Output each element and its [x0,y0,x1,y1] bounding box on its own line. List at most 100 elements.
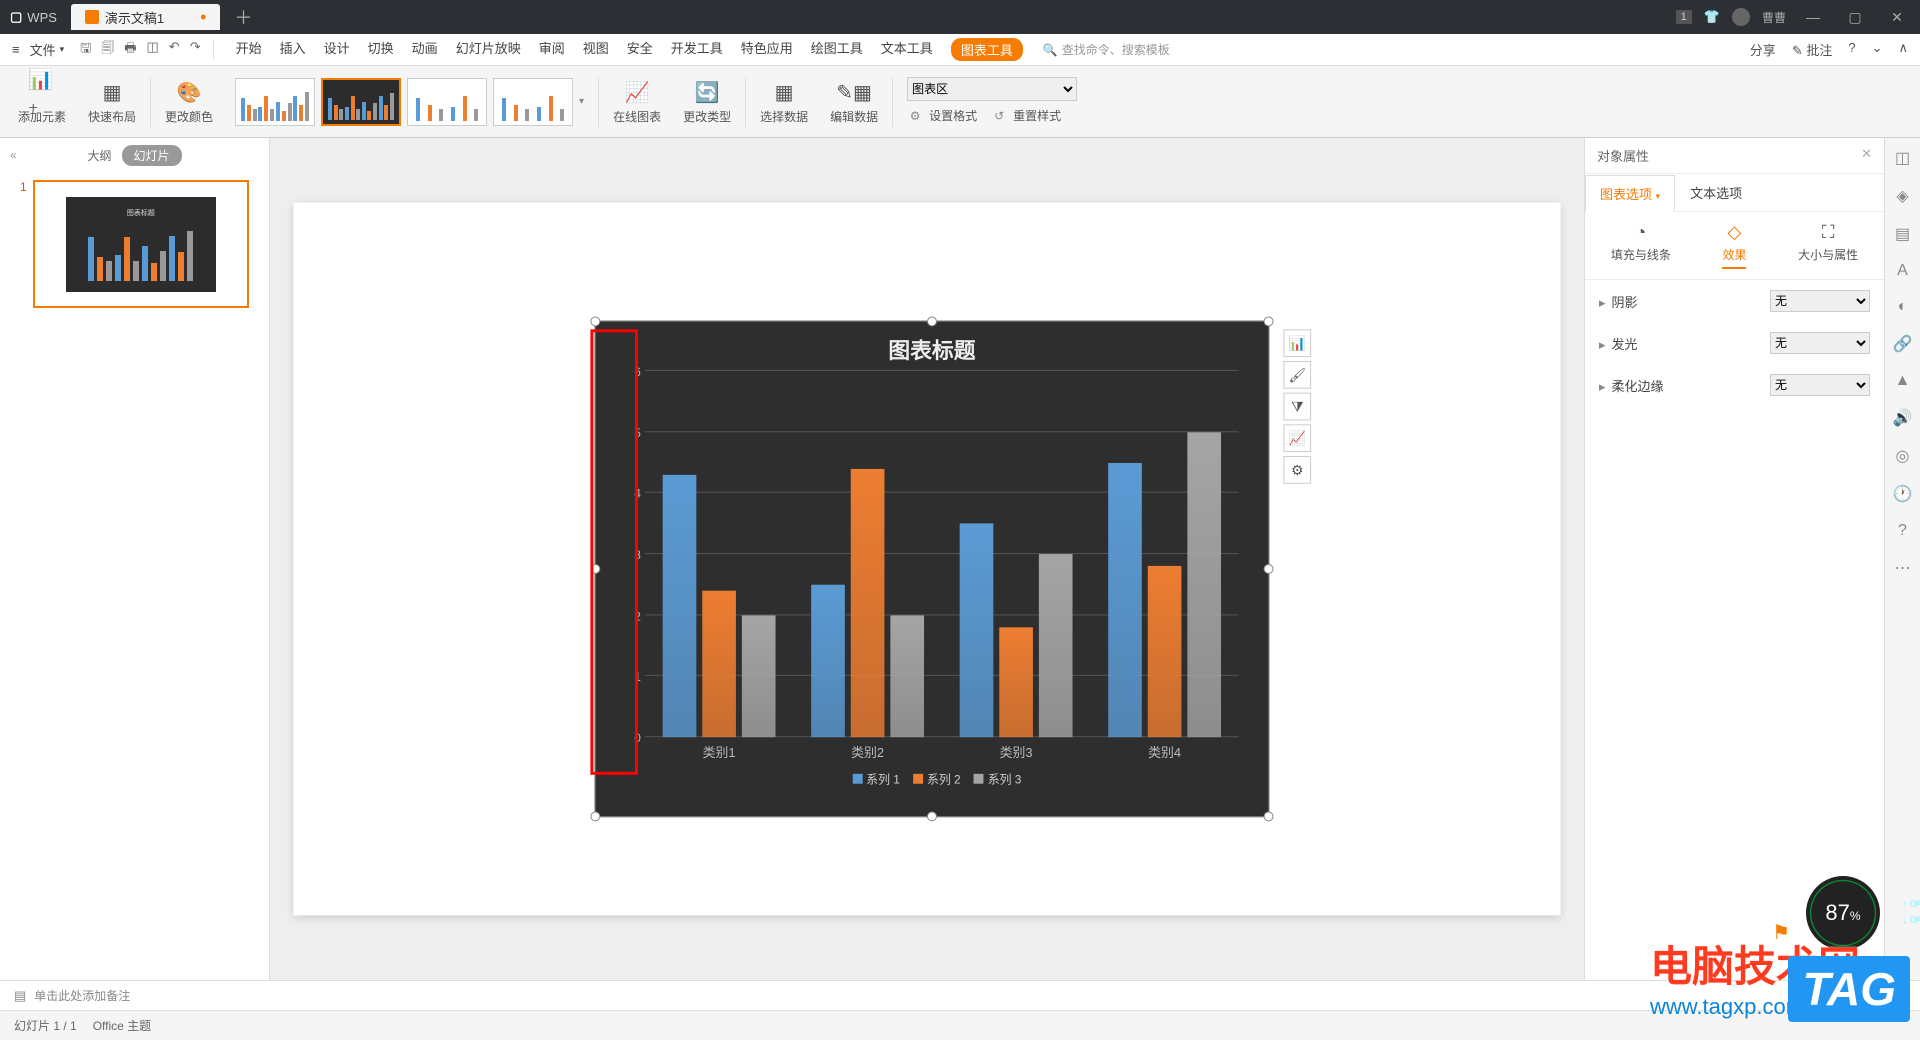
chart-plot-area[interactable]: 654 3210 类别1类别2 类别3类别4 [645,371,1239,767]
tab-slideshow[interactable]: 幻灯片放映 [456,38,521,61]
chart-style-2-selected[interactable] [321,78,401,126]
tab-chart-options[interactable]: 图表选项 ▾ [1585,175,1675,212]
soft-edge-select[interactable]: 无 [1770,374,1870,396]
notes-bar[interactable]: ▤ 单击此处添加备注 [0,980,1920,1010]
chart-bar[interactable] [960,524,994,738]
chart-stats-icon[interactable]: 📈 [1283,424,1311,452]
strip-font-icon[interactable]: A [1897,262,1908,280]
strip-template-icon[interactable]: ▤ [1895,224,1910,244]
tab-chart-tools[interactable]: 图表工具 [951,38,1023,61]
file-menu[interactable]: 文件▾ [24,40,71,59]
outline-tab[interactable]: 大纲 [87,147,111,164]
strip-search-icon[interactable]: ◎ [1896,446,1910,466]
tab-transition[interactable]: 切换 [368,38,394,61]
gear-icon[interactable]: ⚙ [1283,456,1311,484]
chevron-right-icon[interactable]: ▸ [1599,295,1606,310]
quick-layout-button[interactable]: ▦ 快速布局 [80,66,144,137]
change-type-button[interactable]: 🔄 更改类型 [675,66,739,137]
tab-start[interactable]: 开始 [236,38,262,61]
chart-bar[interactable] [999,627,1033,737]
chart-bar[interactable] [1187,432,1221,737]
chart-bar[interactable] [742,615,776,737]
subtab-effect[interactable]: ◇效果 [1722,222,1746,269]
chart-bar[interactable] [1108,462,1142,737]
maximize-button[interactable]: ▢ [1840,9,1870,26]
chart-bar[interactable] [1148,566,1182,737]
tab-animation[interactable]: 动画 [412,38,438,61]
tab-devtools[interactable]: 开发工具 [671,38,723,61]
chart-style-4[interactable] [493,78,573,126]
strip-more-icon[interactable]: ⋯ [1895,558,1911,578]
undo-icon[interactable]: ↶ [169,39,180,61]
canvas-area[interactable]: 图表标题 654 3210 类别1类别2 类别3类别4 [270,138,1584,980]
tab-view[interactable]: 视图 [583,38,609,61]
change-color-button[interactable]: 🎨 更改颜色 [157,66,221,137]
help-icon[interactable]: ? [1848,40,1855,59]
strip-link-icon[interactable]: 🔗 [1893,334,1913,354]
set-format-button[interactable]: 设置格式 [929,107,977,124]
panel-collapse-icon[interactable]: « [10,148,17,162]
select-data-button[interactable]: ▦ 选择数据 [752,66,816,137]
chart-style-1[interactable] [235,78,315,126]
tab-security[interactable]: 安全 [627,38,653,61]
glow-select[interactable]: 无 [1770,332,1870,354]
save-icon[interactable]: 🖫 [80,39,91,61]
brush-icon[interactable]: 🖌 [1283,361,1311,389]
strip-style-icon[interactable]: ◐ [1898,298,1908,316]
caret-icon[interactable]: ⌄ [1872,40,1883,59]
command-search[interactable]: 🔍 查找命令、搜索模板 [1043,41,1170,58]
strip-clock-icon[interactable]: 🕐 [1893,484,1913,504]
chart-bar[interactable] [851,469,885,738]
strip-toolbox-icon[interactable]: ◫ [1895,148,1910,168]
tab-review[interactable]: 审阅 [539,38,565,61]
chart-title[interactable]: 图表标题 [595,321,1268,371]
subtab-size[interactable]: ⛶大小与属性 [1798,222,1858,269]
slides-tab[interactable]: 幻灯片 [122,145,182,166]
clothing-icon[interactable]: 👕 [1704,9,1720,25]
document-tab[interactable]: 演示文稿1 • [71,4,221,30]
strip-image-icon[interactable]: ▲ [1895,372,1911,390]
share-button[interactable]: 分享 [1750,40,1776,59]
tab-drawing[interactable]: 绘图工具 [811,38,863,61]
add-element-button[interactable]: 📊₊ 添加元素 [10,66,74,137]
slide-thumbnail-1[interactable]: 图表标题 [33,180,249,308]
reset-style-button[interactable]: 重置样式 [1013,107,1061,124]
strip-layers-icon[interactable]: ◈ [1896,186,1908,206]
close-button[interactable]: ✕ [1882,9,1912,26]
tab-text-options[interactable]: 文本选项 [1675,174,1757,211]
subtab-fill[interactable]: ◔填充与线条 [1611,222,1671,269]
export-icon[interactable]: ◫ [147,39,159,61]
user-avatar[interactable] [1732,8,1750,26]
chart-area-select[interactable]: 图表区 [907,77,1077,101]
shadow-select[interactable]: 无 [1770,290,1870,312]
annotate-button[interactable]: ✎ 批注 [1792,40,1833,59]
tab-design[interactable]: 设计 [324,38,350,61]
chart-y-axis[interactable]: 654 3210 [619,365,641,745]
chart-x-axis[interactable]: 类别1类别2 类别3类别4 [645,742,1239,761]
chart-legend[interactable]: 系列 1 系列 2 系列 3 [595,767,1268,792]
hamburger-icon[interactable]: ≡ [12,42,20,57]
chart-bar[interactable] [1039,554,1073,737]
edit-data-button[interactable]: ✎▦ 编辑数据 [822,66,886,137]
print-preview-icon[interactable]: 🗐 [101,39,114,61]
collapse-ribbon-icon[interactable]: ∧ [1898,40,1908,59]
chevron-right-icon[interactable]: ▸ [1599,379,1606,394]
minimize-button[interactable]: — [1798,9,1828,25]
tab-text-tools[interactable]: 文本工具 [881,38,933,61]
strip-audio-icon[interactable]: 🔊 [1893,408,1913,428]
property-panel-close-icon[interactable]: ✕ [1861,146,1872,165]
online-chart-button[interactable]: 📈 在线图表 [605,66,669,137]
notification-badge[interactable]: 1 [1676,10,1692,24]
strip-help-icon[interactable]: ? [1898,522,1907,540]
chart-bar[interactable] [811,585,845,738]
chart-style-3[interactable] [407,78,487,126]
chart-bar[interactable] [890,615,924,737]
redo-icon[interactable]: ↷ [190,39,201,61]
tab-insert[interactable]: 插入 [280,38,306,61]
print-icon[interactable]: 🖶 [124,39,136,61]
new-tab-button[interactable]: ＋ [234,4,252,30]
chart-style-icon[interactable]: 📊 [1283,329,1311,357]
chevron-right-icon[interactable]: ▸ [1599,337,1606,352]
gallery-more-icon[interactable]: ▾ [579,96,584,107]
tab-apps[interactable]: 特色应用 [741,38,793,61]
